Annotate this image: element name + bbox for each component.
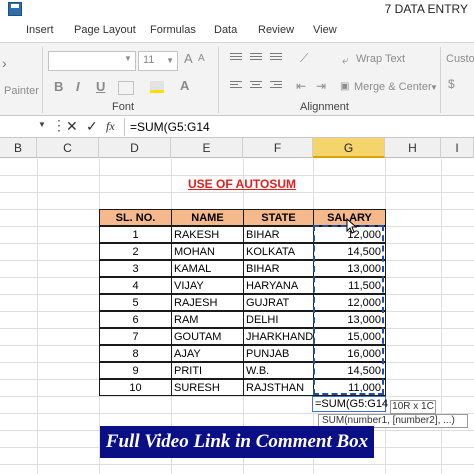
cell-sl[interactable]: 7: [99, 328, 172, 345]
middle-align-icon[interactable]: [250, 53, 262, 63]
cell-sl[interactable]: 8: [99, 345, 172, 362]
font-name-select[interactable]: [48, 51, 136, 71]
top-align-icon[interactable]: [230, 53, 242, 63]
cell-state[interactable]: BIHAR: [243, 260, 314, 277]
mouse-cursor-icon: [346, 218, 358, 234]
number-format-select[interactable]: Custo: [446, 53, 474, 65]
column-header-I[interactable]: I: [441, 138, 474, 158]
sum-range-selection: [313, 225, 384, 395]
alignment-group-label: Alignment: [300, 101, 349, 113]
cell-name[interactable]: RAKESH: [171, 226, 244, 243]
increase-indent-icon[interactable]: ⇥: [316, 79, 326, 93]
sheet-heading: USE OF AUTOSUM: [187, 177, 296, 191]
cell-state[interactable]: KOLKATA: [243, 243, 314, 260]
tab-formulas[interactable]: Formulas: [150, 24, 196, 36]
cell-sl[interactable]: 5: [99, 294, 172, 311]
tab-review[interactable]: Review: [258, 24, 294, 36]
cell-name[interactable]: RAJESH: [171, 294, 244, 311]
column-header-C[interactable]: C: [37, 138, 99, 158]
active-cell-formula[interactable]: =SUM(G5:G14: [312, 396, 388, 412]
align-right-icon[interactable]: [270, 81, 282, 91]
ribbon-tabs: Insert Page Layout Formulas Data Review …: [0, 22, 474, 42]
orientation-icon[interactable]: ⟋: [300, 51, 308, 66]
cell-name[interactable]: PRITI: [171, 362, 244, 379]
name-box-dropdown-icon[interactable]: ▼: [38, 120, 46, 129]
column-header-E[interactable]: E: [171, 138, 243, 158]
column-header-H[interactable]: H: [385, 138, 441, 158]
ribbon: › Painter ▼ 11 ▼ A A B I U A Font ⟋ ⤶ Wr…: [0, 42, 474, 116]
cell-name[interactable]: MOHAN: [171, 243, 244, 260]
chevron-down-icon[interactable]: ▼: [124, 54, 132, 63]
fill-color-icon[interactable]: [150, 81, 164, 93]
header-name[interactable]: NAME: [171, 209, 244, 226]
formula-input[interactable]: =SUM(G5:G14: [130, 120, 210, 134]
wrap-text-icon[interactable]: ⤶: [342, 53, 349, 68]
decrease-indent-icon[interactable]: ⇤: [296, 79, 306, 93]
title-bar: 7 DATA ENTRY: [0, 0, 474, 22]
enter-check-icon[interactable]: ✓: [86, 118, 98, 135]
column-header-F[interactable]: F: [243, 138, 313, 158]
cell-name[interactable]: AJAY: [171, 345, 244, 362]
cell-sl[interactable]: 9: [99, 362, 172, 379]
clipboard-arrow-icon[interactable]: ›: [2, 55, 7, 71]
cell-sl[interactable]: 3: [99, 260, 172, 277]
format-painter-label[interactable]: Painter: [4, 85, 39, 97]
cell-name[interactable]: KAMAL: [171, 260, 244, 277]
cell-state[interactable]: JHARKHAND: [243, 328, 314, 345]
merge-center-button[interactable]: Merge & Center: [354, 81, 432, 93]
align-center-icon[interactable]: [250, 81, 262, 91]
font-color-icon[interactable]: A: [180, 78, 189, 93]
column-header: B C D E F G H I: [0, 138, 474, 158]
cancel-icon[interactable]: ✕: [66, 118, 78, 135]
tab-insert[interactable]: Insert: [26, 24, 54, 36]
align-left-icon[interactable]: [230, 81, 242, 91]
currency-icon[interactable]: $: [448, 77, 455, 91]
font-size-value: 11: [143, 54, 155, 66]
cell-state[interactable]: RAJSTHAN: [243, 379, 314, 396]
merge-icon[interactable]: ▣: [340, 81, 349, 92]
save-icon[interactable]: [8, 2, 22, 16]
header-state[interactable]: STATE: [243, 209, 314, 226]
grow-font-icon[interactable]: A: [184, 51, 193, 66]
formula-bar: ▼ ⋮ ✕ ✓ fx =SUM(G5:G14: [0, 116, 474, 138]
cell-name[interactable]: RAM: [171, 311, 244, 328]
header-sl-no[interactable]: SL. NO.: [99, 209, 172, 226]
underline-button[interactable]: U: [96, 79, 105, 94]
selection-size-tooltip: 10R x 1C: [390, 400, 436, 414]
shrink-font-icon[interactable]: A: [198, 53, 205, 64]
font-group-label: Font: [112, 101, 135, 113]
cell-name[interactable]: GOUTAM: [171, 328, 244, 345]
cell-sl[interactable]: 2: [99, 243, 172, 260]
cell-sl[interactable]: 4: [99, 277, 172, 294]
borders-icon[interactable]: [118, 81, 134, 95]
cell-sl[interactable]: 1: [99, 226, 172, 243]
cell-state[interactable]: DELHI: [243, 311, 314, 328]
cell-name[interactable]: VIJAY: [171, 277, 244, 294]
tab-view[interactable]: View: [313, 24, 337, 36]
cell-state[interactable]: HARYANA: [243, 277, 314, 294]
column-header-D[interactable]: D: [99, 138, 171, 158]
cell-state[interactable]: W.B.: [243, 362, 314, 379]
video-link-banner: Full Video Link in Comment Box: [100, 426, 374, 458]
bold-button[interactable]: B: [54, 79, 63, 94]
cell-sl[interactable]: 10: [99, 379, 172, 396]
chevron-down-icon: ▼: [166, 56, 174, 65]
cell-name[interactable]: SURESH: [171, 379, 244, 396]
more-icon[interactable]: ⋮: [52, 117, 66, 134]
wrap-text-button[interactable]: Wrap Text: [356, 53, 405, 65]
tab-page-layout[interactable]: Page Layout: [74, 24, 136, 36]
window-title: 7 DATA ENTRY: [384, 2, 468, 16]
cell-sl[interactable]: 6: [99, 311, 172, 328]
font-size-select[interactable]: 11 ▼: [138, 51, 178, 71]
chevron-down-icon[interactable]: ▼: [430, 83, 438, 92]
cell-state[interactable]: PUNJAB: [243, 345, 314, 362]
column-header-G[interactable]: G: [313, 138, 385, 158]
italic-button[interactable]: I: [76, 79, 80, 94]
column-header-B[interactable]: B: [0, 138, 37, 158]
tab-data[interactable]: Data: [214, 24, 237, 36]
cell-state[interactable]: GUJRAT: [243, 294, 314, 311]
bottom-align-icon[interactable]: [270, 53, 282, 63]
cell-state[interactable]: BIHAR: [243, 226, 314, 243]
insert-function-button[interactable]: fx: [106, 119, 115, 134]
